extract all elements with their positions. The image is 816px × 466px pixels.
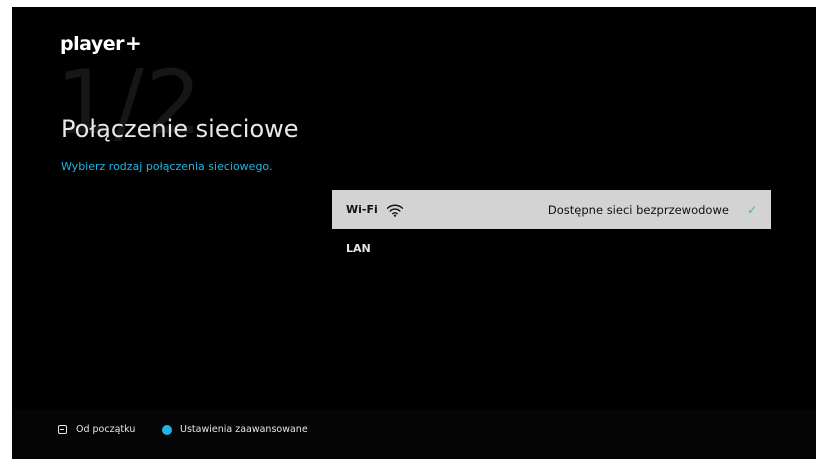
setup-screen: player+ 1/2 Połączenie sieciowe Wybierz … bbox=[12, 7, 816, 459]
option-wifi[interactable]: Wi-Fi Dostępne sieci bezprzewodowe ✓ bbox=[332, 190, 771, 229]
page-subtitle: Wybierz rodzaj połączenia sieciowego. bbox=[61, 160, 273, 173]
option-lan[interactable]: LAN bbox=[332, 229, 771, 268]
option-wifi-status: Dostępne sieci bezprzewodowe bbox=[547, 202, 729, 217]
restart-label: Od początku bbox=[76, 424, 136, 435]
enter-key-icon bbox=[58, 425, 67, 434]
advanced-settings-button[interactable]: Ustawienia zaawansowane bbox=[162, 424, 308, 435]
blue-button-icon bbox=[162, 424, 172, 435]
option-wifi-label: Wi-Fi bbox=[346, 203, 378, 216]
page-title: Połączenie sieciowe bbox=[61, 115, 299, 143]
wifi-icon bbox=[386, 203, 404, 217]
restart-button[interactable]: Od początku bbox=[58, 424, 135, 435]
check-icon: ✓ bbox=[746, 202, 757, 217]
advanced-settings-label: Ustawienia zaawansowane bbox=[180, 424, 308, 435]
footer-bar: Od początku Ustawienia zaawansowane bbox=[12, 409, 816, 459]
option-lan-label: LAN bbox=[346, 242, 371, 255]
